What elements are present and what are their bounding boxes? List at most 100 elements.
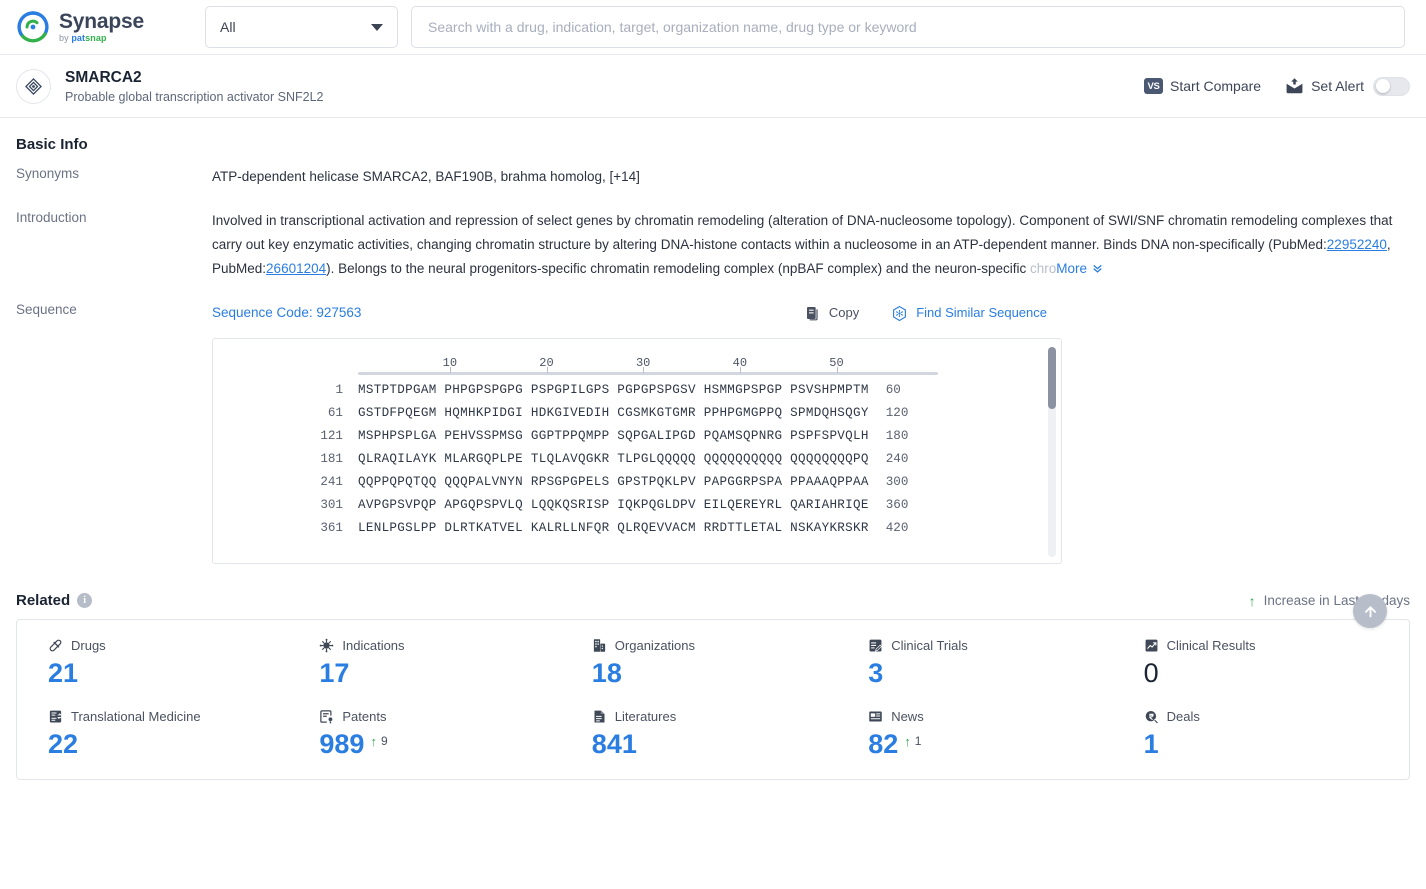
search-box[interactable] [411, 6, 1405, 48]
related-stat-news[interactable]: News 82 ↑ 1 [852, 709, 1130, 760]
top-search-bar: Synapse by patsnap All [0, 0, 1426, 55]
related-stat-label: Translational Medicine [71, 708, 201, 724]
pubmed-link-1[interactable]: 22952240 [1327, 237, 1387, 252]
synonyms-more-link[interactable]: [+14] [609, 169, 639, 184]
sequence-scrollbar[interactable] [1048, 347, 1056, 557]
related-stat-delta-value: 9 [380, 733, 388, 748]
related-stat-delta-value: 1 [914, 733, 922, 748]
building-icon [592, 638, 607, 653]
start-compare-button[interactable]: VS Start Compare [1144, 78, 1261, 94]
related-header: Related i ↑ Increase in Last 30 days [16, 592, 1410, 609]
pill-icon [48, 638, 63, 653]
related-stat-patents[interactable]: Patents 989 ↑ 9 [295, 709, 573, 760]
info-icon[interactable]: i [77, 593, 93, 608]
ruler-tick-notch [449, 367, 451, 373]
copy-label: Copy [828, 305, 860, 320]
synonyms-value: ATP-dependent helicase SMARCA2, BAF190B,… [212, 169, 606, 184]
clinical-trial-icon [868, 638, 883, 653]
arrow-up-icon: ↑ [1248, 592, 1256, 609]
sequence-start-index: 241 [320, 475, 343, 489]
sequence-residues: GSTDFPQEGM HQMHKPIDGI HDKGIVEDIH CGSMKGT… [358, 406, 869, 420]
related-stat-deals[interactable]: Deals 1 [1131, 709, 1409, 760]
sequence-start-index: 121 [320, 429, 343, 443]
sequence-code-link[interactable]: Sequence Code: 927563 [212, 301, 361, 325]
sequence-line: 241 QQPPQPQTQQ QQQPALVNYN RPSGPGPELS GPST… [213, 471, 1061, 494]
related-stat-translational-medicine[interactable]: Translational Medicine 22 [17, 709, 295, 760]
arrow-up-white-icon [1364, 605, 1376, 617]
sequence-end-index: 420 [885, 521, 909, 535]
translational-medicine-icon [48, 709, 63, 724]
set-alert-control[interactable]: Set Alert [1285, 76, 1410, 96]
related-stat-header: Translational Medicine [48, 709, 295, 724]
related-stat-value-wrap: 21 [48, 658, 295, 689]
related-stat-drugs[interactable]: Drugs 21 [17, 638, 295, 689]
related-stat-organizations[interactable]: Organizations 18 [574, 638, 852, 689]
sequence-scrollbar-thumb[interactable] [1048, 347, 1056, 409]
search-input[interactable] [426, 18, 1390, 36]
arrow-up-icon: ↑ [370, 733, 377, 749]
sequence-start-index: 301 [320, 498, 343, 512]
related-stat-value-wrap: 17 [319, 658, 573, 689]
related-stat-value: 18 [591, 658, 622, 688]
related-stat-label: Deals [1166, 708, 1200, 724]
search-scope-value: All [220, 19, 236, 35]
clinical-result-icon [1144, 638, 1159, 653]
find-similar-icon [891, 305, 908, 322]
related-stat-indications[interactable]: Indications 17 [295, 638, 573, 689]
sequence-viewer-inner: 10 20 30 40 50 1 MSTPTDPGAM PHPGPSPGPG PSPGPI… [213, 339, 1061, 540]
sequence-end-index: 300 [885, 475, 909, 489]
page-subtitle: Probable global transcription activator … [65, 89, 324, 104]
synonyms-value-wrap: ATP-dependent helicase SMARCA2, BAF190B,… [212, 165, 1410, 189]
sequence-ruler: 10 20 30 40 50 [358, 351, 938, 379]
introduction-part-1: Involved in transcriptional activation a… [212, 213, 1393, 252]
sequence-start-index: 61 [327, 406, 343, 420]
related-stat-header: Clinical Results [1144, 638, 1409, 653]
related-stat-header: Literatures [592, 709, 852, 724]
arrow-up-icon: ↑ [904, 733, 911, 749]
introduction-more-button[interactable]: More [1056, 261, 1104, 276]
sequence-residues: MSTPTDPGAM PHPGPSPGPG PSPGPILGPS PGPGPSP… [358, 383, 869, 397]
related-stat-value-wrap: 841 [592, 729, 852, 760]
related-stat-value: 82 [868, 728, 899, 759]
pubmed-link-2[interactable]: 26601204 [266, 261, 326, 276]
related-stat-header: Indications [319, 638, 573, 653]
related-stat-value-wrap: 0 [1144, 658, 1409, 689]
vs-icon: VS [1144, 78, 1164, 94]
ruler-tick-notch [739, 367, 741, 373]
related-stat-label: Drugs [71, 638, 106, 653]
related-stat-clinical-trials[interactable]: Clinical Trials 3 [852, 638, 1130, 689]
sequence-end-index: 120 [885, 406, 909, 420]
sequence-line: 301 AVPGPSVPQP APGQPSPVLQ LQQKQSRISP IQKP… [213, 494, 1061, 517]
logo-pat: pat [71, 33, 86, 43]
synonyms-label: Synonyms [16, 166, 80, 181]
synapse-logo-icon [16, 10, 50, 44]
sequence-viewer[interactable]: 10 20 30 40 50 1 MSTPTDPGAM PHPGPSPGPG PSPGPI… [212, 338, 1062, 564]
deal-icon [1144, 709, 1159, 724]
entity-actions: VS Start Compare Set Alert [1144, 76, 1410, 96]
logo-by: by [59, 33, 69, 43]
related-stat-value-wrap: 18 [591, 658, 852, 689]
related-stat-delta: ↑ 1 [904, 730, 921, 748]
related-stat-value: 3 [868, 658, 884, 688]
sequence-end-index: 360 [885, 498, 909, 512]
copy-button[interactable]: Copy [805, 301, 859, 325]
related-stat-label: Clinical Results [1166, 638, 1256, 653]
introduction-truncated-text: chro [1029, 261, 1057, 276]
sequence-body: Sequence Code: 927563 Copy Find Similar … [212, 301, 1410, 564]
basic-info-heading: Basic Info [16, 136, 1410, 153]
find-similar-sequence-button[interactable]: Find Similar Sequence [891, 301, 1047, 325]
scroll-to-top-button[interactable] [1353, 594, 1387, 628]
related-stat-header: Deals [1144, 709, 1409, 724]
related-stat-label: Literatures [614, 708, 677, 724]
ruler-tick-notch [643, 367, 645, 373]
related-stat-clinical-results[interactable]: Clinical Results 0 [1131, 638, 1409, 689]
sequence-residues: QQPPQPQTQQ QQQPALVNYN RPSGPGPELS GPSTPQK… [358, 475, 869, 489]
set-alert-toggle[interactable] [1373, 76, 1410, 96]
related-stat-value-wrap: 82 ↑ 1 [868, 728, 1130, 760]
related-stat-header: Clinical Trials [868, 638, 1130, 653]
search-scope-select[interactable]: All [205, 6, 398, 48]
app-logo[interactable]: Synapse by patsnap [16, 10, 186, 44]
related-stat-literatures[interactable]: Literatures 841 [574, 709, 852, 760]
related-stat-label: News [891, 708, 924, 724]
logo-wordmark: Synapse [59, 10, 144, 33]
